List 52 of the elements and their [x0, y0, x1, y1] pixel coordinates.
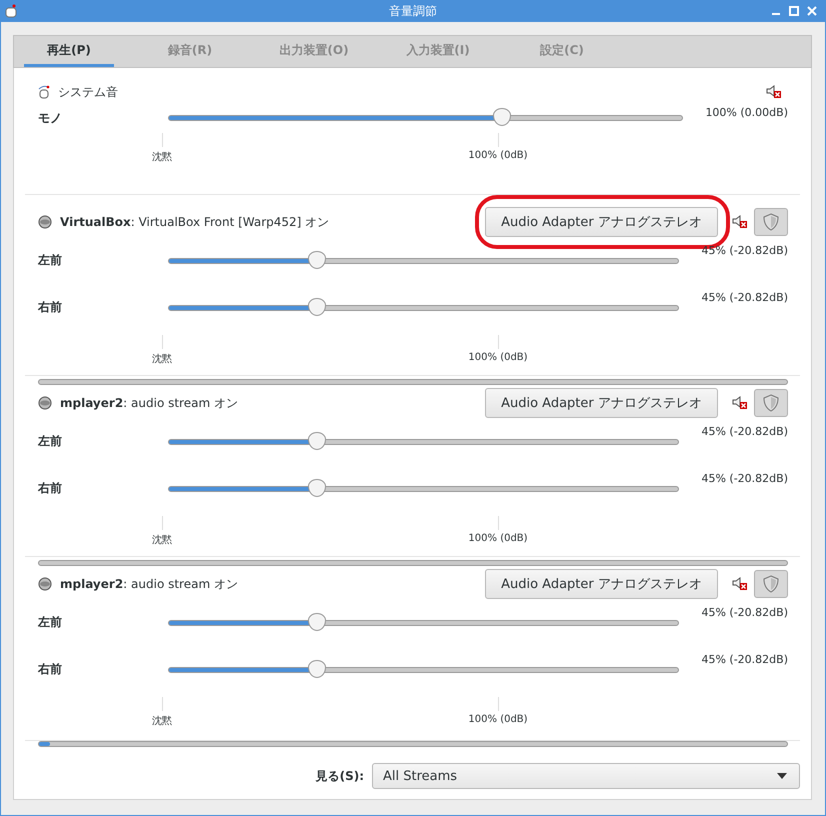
device-button[interactable]: Audio Adapter アナログステレオ: [485, 569, 718, 599]
device-button[interactable]: Audio Adapter アナログステレオ: [485, 207, 718, 237]
stream-title: VirtualBox: VirtualBox Front [Warp452] オン: [60, 214, 330, 230]
tick-label: 100% (0dB): [468, 533, 528, 544]
shield-icon: [763, 213, 779, 231]
stream-title: mplayer2: audio stream オン: [60, 394, 238, 412]
view-dropdown[interactable]: All Streams: [372, 763, 800, 789]
lock-channels-button[interactable]: [754, 208, 788, 236]
channel-label: 右前: [38, 661, 63, 678]
dropdown-arrow-icon: [777, 773, 787, 779]
shield-icon: [763, 575, 779, 593]
mute-icon[interactable]: [766, 85, 782, 99]
volume-reading: 45% (-20.82dB): [701, 425, 788, 438]
tick-label: 100% (0dB): [468, 352, 528, 363]
close-icon[interactable]: [807, 6, 817, 16]
channel-label: 左前: [38, 433, 63, 450]
lock-channels-button[interactable]: [754, 570, 788, 598]
volume-reading: 45% (-20.82dB): [701, 291, 788, 304]
stream-title: mplayer2: audio stream オン: [60, 576, 238, 592]
device-name: システム音: [58, 84, 118, 100]
slider-handle[interactable]: [308, 298, 326, 316]
volume-reading: 45% (-20.82dB): [701, 472, 788, 485]
channel-label: 左前: [38, 252, 63, 269]
device-button[interactable]: Audio Adapter アナログステレオ: [485, 388, 718, 418]
tick-label: 100% (0dB): [468, 150, 528, 161]
channel-label: 右前: [38, 480, 63, 497]
mute-icon[interactable]: [732, 215, 748, 229]
window-title: 音量調節: [389, 2, 437, 20]
view-label: 見る(S):: [316, 768, 364, 784]
tick-label: 沈黙: [152, 714, 172, 728]
volume-reading: 45% (-20.82dB): [701, 244, 788, 257]
slider-handle[interactable]: [308, 612, 326, 630]
maximize-icon[interactable]: [789, 6, 799, 16]
shield-icon: [763, 394, 779, 412]
tick-label: 沈黙: [152, 534, 172, 547]
tick-label: 沈黙: [152, 150, 172, 164]
channel-label: 右前: [38, 299, 63, 316]
tick-label: 沈黙: [152, 352, 172, 366]
slider-handle[interactable]: [308, 250, 326, 268]
slider-handle[interactable]: [308, 478, 326, 496]
channel-label: 左前: [38, 614, 63, 631]
slider-handle[interactable]: [308, 660, 326, 678]
volume-reading: 100% (0.00dB): [705, 106, 788, 118]
mute-icon[interactable]: [732, 577, 748, 591]
channel-label: モノ: [38, 110, 63, 126]
tick-label: 100% (0dB): [468, 714, 528, 725]
slider-handle[interactable]: [308, 432, 326, 450]
mute-icon[interactable]: [732, 396, 748, 410]
volume-reading: 45% (-20.82dB): [701, 653, 788, 666]
lock-channels-button[interactable]: [754, 389, 788, 417]
slider-handle[interactable]: [493, 108, 512, 126]
volume-reading: 45% (-20.82dB): [701, 606, 788, 619]
